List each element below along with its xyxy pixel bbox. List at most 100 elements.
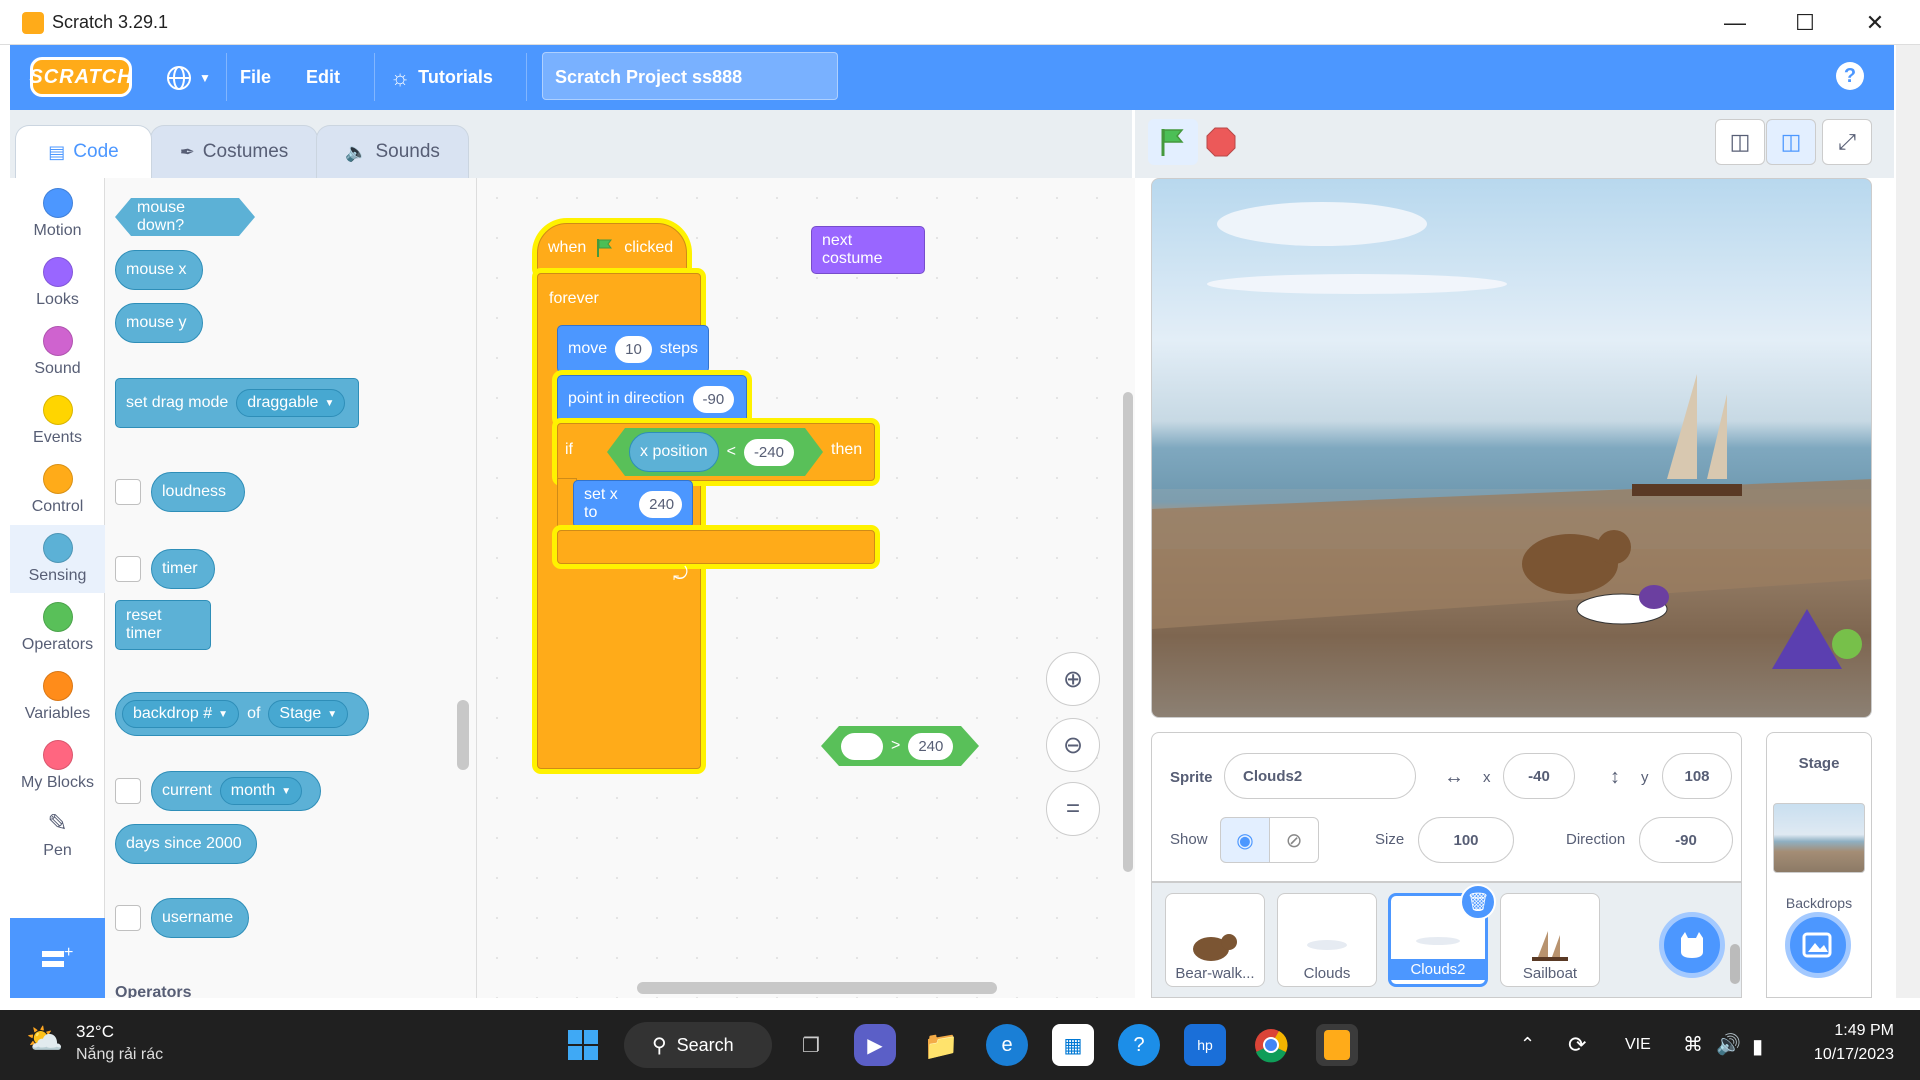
less-than-block[interactable]: x position < -240: [607, 428, 823, 476]
help-app-icon[interactable]: ?: [1118, 1024, 1160, 1066]
y-input[interactable]: 108: [1662, 753, 1732, 799]
horizontal-scrollbar[interactable]: [637, 982, 997, 994]
scratch-logo[interactable]: SCRATCH: [29, 57, 132, 97]
mouse-down-block[interactable]: mouse down?: [115, 198, 255, 236]
drag-mode-dropdown[interactable]: draggable ▼: [236, 389, 346, 417]
palette-scrollbar[interactable]: [457, 700, 469, 770]
maximize-button[interactable]: ☐: [1770, 0, 1840, 45]
size-input[interactable]: 100: [1418, 817, 1514, 863]
close-button[interactable]: ✕: [1840, 0, 1910, 45]
direction-input[interactable]: -90: [1639, 817, 1733, 863]
category-pen[interactable]: ✎ Pen: [10, 805, 105, 875]
chrome-icon[interactable]: [1250, 1024, 1292, 1066]
clock-date[interactable]: 10/17/2023: [1794, 1046, 1894, 1064]
next-costume-block[interactable]: next costume: [811, 226, 925, 274]
help-icon[interactable]: ?: [1836, 62, 1864, 90]
sync-icon[interactable]: ⟳: [1568, 1032, 1586, 1058]
script-area[interactable]: when clicked forever move 10 steps point…: [477, 178, 1135, 998]
steps-input[interactable]: 10: [615, 335, 652, 363]
sprite-list-scrollbar[interactable]: [1730, 888, 1742, 998]
normal-stage-button[interactable]: ◫: [1766, 119, 1816, 165]
teams-icon[interactable]: ▶: [854, 1024, 896, 1066]
zoom-in-button[interactable]: ⊕: [1046, 652, 1100, 706]
volume-icon[interactable]: 🔊: [1716, 1032, 1741, 1057]
empty-input[interactable]: ​: [841, 733, 883, 760]
show-visible-button[interactable]: ◉: [1220, 817, 1270, 863]
category-sound[interactable]: Sound: [10, 322, 105, 392]
category-control[interactable]: Control: [10, 460, 105, 530]
loudness-block[interactable]: loudness: [151, 472, 245, 512]
green-flag-button[interactable]: [1148, 119, 1198, 165]
set-x-input[interactable]: 240: [639, 490, 682, 518]
window-scrollbar[interactable]: [1896, 45, 1920, 998]
sprite-thumb-bear[interactable]: Bear-walk...: [1165, 893, 1265, 987]
sprite-name-input[interactable]: Clouds2: [1224, 753, 1416, 799]
category-variables[interactable]: Variables: [10, 667, 105, 737]
category-operators[interactable]: Operators: [10, 598, 105, 668]
gt-input[interactable]: 240: [908, 733, 953, 760]
target-dropdown[interactable]: Stage ▼: [268, 700, 349, 728]
greater-than-block[interactable]: ​ > 240: [821, 726, 979, 766]
move-steps-block[interactable]: move 10 steps: [557, 325, 709, 373]
stage-canvas[interactable]: [1151, 178, 1872, 718]
minimize-button[interactable]: —: [1700, 0, 1770, 45]
project-title-input[interactable]: Scratch Project ss888: [542, 52, 838, 100]
file-menu[interactable]: File: [240, 45, 271, 110]
task-view-icon[interactable]: ❐: [790, 1024, 832, 1066]
zoom-reset-button[interactable]: =: [1046, 782, 1100, 836]
battery-icon[interactable]: ▮: [1752, 1034, 1763, 1059]
tray-chevron-icon[interactable]: ⌃: [1520, 1034, 1535, 1055]
point-in-direction-block[interactable]: point in direction -90: [557, 375, 747, 423]
store-icon[interactable]: ▦: [1052, 1024, 1094, 1066]
delete-sprite-button[interactable]: 🗑: [1460, 884, 1496, 920]
zoom-out-button[interactable]: ⊖: [1046, 718, 1100, 772]
current-month-block[interactable]: current month ▼: [151, 771, 321, 811]
compare-input[interactable]: -240: [744, 439, 794, 466]
small-stage-button[interactable]: ◫: [1715, 119, 1765, 165]
category-events[interactable]: Events: [10, 391, 105, 461]
set-x-to-block[interactable]: set x to 240: [573, 480, 693, 528]
timer-block[interactable]: timer: [151, 549, 215, 589]
taskbar-search[interactable]: ⚲ Search: [624, 1022, 772, 1068]
language-menu[interactable]: ▼: [165, 45, 211, 110]
category-sensing[interactable]: Sensing: [10, 525, 105, 593]
language-indicator[interactable]: VIE: [1625, 1036, 1651, 1054]
wifi-icon[interactable]: ⌘: [1683, 1032, 1703, 1057]
add-extension-button[interactable]: +: [10, 918, 105, 998]
current-checkbox[interactable]: [115, 778, 141, 804]
username-block[interactable]: username: [151, 898, 249, 938]
sprite-thumb-sailboat[interactable]: Sailboat: [1500, 893, 1600, 987]
add-sprite-button[interactable]: [1659, 912, 1725, 978]
show-hidden-button[interactable]: ⊘: [1269, 817, 1319, 863]
reset-timer-block[interactable]: reset timer: [115, 600, 211, 650]
loudness-checkbox[interactable]: [115, 479, 141, 505]
x-position-block[interactable]: x position: [629, 432, 719, 472]
stop-button[interactable]: [1196, 119, 1246, 165]
mouse-y-block[interactable]: mouse y: [115, 303, 203, 343]
scratch-taskbar-icon[interactable]: [1316, 1024, 1358, 1066]
myhp-icon[interactable]: hp: [1184, 1024, 1226, 1066]
direction-input[interactable]: -90: [692, 385, 735, 413]
set-drag-mode-block[interactable]: set drag mode draggable ▼: [115, 378, 359, 428]
days-since-2000-block[interactable]: days since 2000: [115, 824, 257, 864]
category-motion[interactable]: Motion: [10, 184, 105, 254]
clock-time[interactable]: 1:49 PM: [1810, 1022, 1894, 1040]
fullscreen-button[interactable]: ⤢: [1822, 119, 1872, 165]
mouse-x-block[interactable]: mouse x: [115, 250, 203, 290]
tutorials-menu[interactable]: ☼ Tutorials: [390, 45, 493, 110]
start-button[interactable]: [562, 1024, 604, 1066]
vertical-scrollbar[interactable]: [1123, 392, 1133, 872]
current-dropdown[interactable]: month ▼: [219, 777, 303, 805]
sprite-thumb-clouds[interactable]: Clouds: [1277, 893, 1377, 987]
edge-icon[interactable]: e: [986, 1024, 1028, 1066]
x-input[interactable]: -40: [1503, 753, 1575, 799]
property-dropdown[interactable]: backdrop # ▼: [122, 700, 240, 728]
timer-checkbox[interactable]: [115, 556, 141, 582]
when-flag-clicked-block[interactable]: when clicked: [537, 223, 687, 273]
backdrop-of-stage-block[interactable]: backdrop # ▼ of Stage ▼: [115, 692, 369, 736]
tab-sounds[interactable]: 🔈 Sounds: [316, 125, 469, 178]
username-checkbox[interactable]: [115, 905, 141, 931]
edit-menu[interactable]: Edit: [306, 45, 340, 110]
tab-costumes[interactable]: ✒ Costumes: [150, 125, 318, 178]
file-explorer-icon[interactable]: 📁: [920, 1024, 962, 1066]
